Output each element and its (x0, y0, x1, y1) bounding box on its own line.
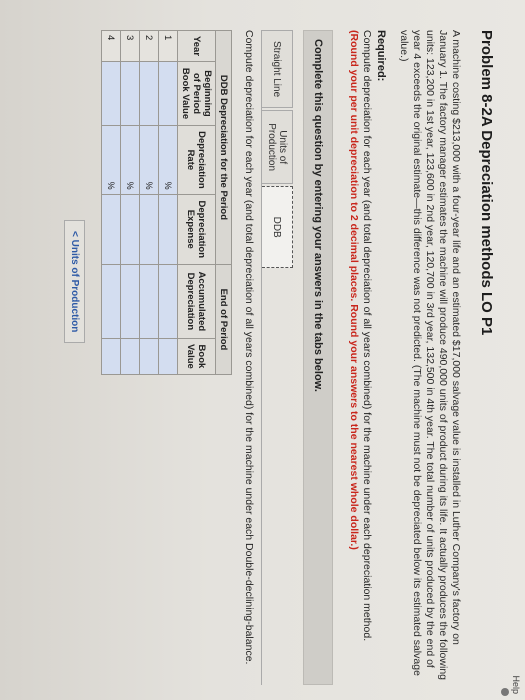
accumulated-depreciation-input[interactable] (120, 264, 140, 339)
table-row: 1 % (158, 30, 178, 375)
rounding-note: (Round your per unit depreciation to 2 d… (348, 30, 360, 550)
tab-instruction: Compute depreciation for each year (and … (243, 30, 255, 665)
header-year: Year (177, 30, 216, 62)
book-value-input[interactable] (139, 338, 159, 375)
help-icon[interactable] (501, 688, 509, 696)
table-row: 3 % (120, 30, 140, 375)
depreciation-rate-input[interactable]: % (158, 125, 178, 195)
table-caption-period: DDB Depreciation for the Period (215, 30, 232, 265)
book-value-input[interactable] (158, 338, 178, 375)
depreciation-rate-input[interactable]: % (139, 125, 159, 195)
header-accumulated-depreciation: Accumulated Depreciation (177, 264, 216, 339)
accumulated-depreciation-input[interactable] (101, 264, 121, 339)
problem-text: A machine costing $213,000 with a four-y… (398, 30, 462, 680)
required-text: Compute depreciation for each year (and … (361, 30, 373, 642)
tab-bar: Straight Line Units of Production DDB (261, 30, 293, 685)
beginning-book-value-input[interactable] (120, 61, 140, 126)
previous-tab-button[interactable]: < Units of Production (64, 220, 85, 344)
depreciation-expense-input[interactable] (120, 194, 140, 265)
year-cell: 1 (158, 30, 178, 62)
year-cell: 4 (101, 30, 121, 62)
book-value-input[interactable] (101, 338, 121, 375)
tab-units-of-production[interactable]: Units of Production (262, 110, 293, 185)
tab-straight-line[interactable]: Straight Line (262, 30, 293, 109)
depreciation-expense-input[interactable] (158, 194, 178, 265)
header-depreciation-rate: Depreciation Rate (177, 125, 216, 195)
homework-page: Help Problem 8-2A Depreciation methods L… (0, 0, 525, 700)
table-row: 2 % (139, 30, 159, 375)
depreciation-rate-input[interactable]: % (120, 125, 140, 195)
accumulated-depreciation-input[interactable] (139, 264, 159, 339)
year-cell: 2 (139, 30, 159, 62)
header-depreciation-expense: Depreciation Expense (177, 194, 216, 265)
table-caption-end: End of Period (215, 264, 232, 375)
header-book-value: Book Value (177, 338, 216, 375)
chevron-left-icon: < (69, 231, 80, 237)
beginning-book-value-input[interactable] (158, 61, 178, 126)
beginning-book-value-input[interactable] (139, 61, 159, 126)
required-title: Required: (375, 30, 387, 82)
problem-content: Problem 8-2A Depreciation methods LO P1 … (64, 30, 495, 685)
year-cell: 3 (120, 30, 140, 62)
instructions-bar: Complete this question by entering your … (303, 30, 333, 685)
depreciation-expense-input[interactable] (139, 194, 159, 265)
help-link[interactable]: Help (511, 675, 521, 694)
beginning-book-value-input[interactable] (101, 61, 121, 126)
header-beginning-book-value: Beginning of Period Book Value (177, 61, 216, 126)
book-value-input[interactable] (120, 338, 140, 375)
previous-tab-label: Units of Production (69, 239, 80, 333)
ddb-table: DDB Depreciation for the Period End of P… (101, 30, 232, 375)
depreciation-rate-input[interactable]: % (101, 125, 121, 195)
problem-title: Problem 8-2A Depreciation methods LO P1 (478, 30, 495, 336)
table-row: 4 % (101, 30, 121, 375)
tab-ddb[interactable]: DDB (262, 186, 293, 269)
depreciation-expense-input[interactable] (101, 194, 121, 265)
accumulated-depreciation-input[interactable] (158, 264, 178, 339)
